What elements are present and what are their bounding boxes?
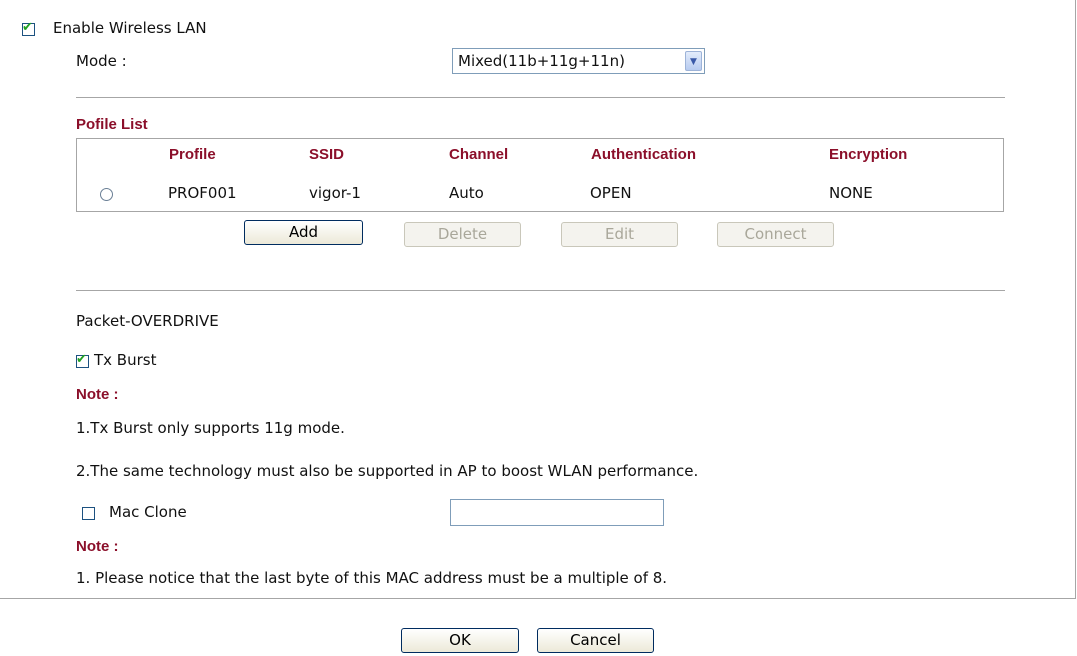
column-header-profile: Profile: [169, 146, 216, 163]
mode-select-value: Mixed(11b+11g+11n): [458, 52, 625, 70]
column-header-ssid: SSID: [309, 146, 345, 163]
connect-button[interactable]: Connect: [717, 222, 834, 247]
mode-select[interactable]: Mixed(11b+11g+11n) ▼: [452, 48, 705, 74]
cancel-button[interactable]: Cancel: [537, 628, 654, 653]
checkmark-icon: ✔: [22, 20, 33, 35]
cell-profile: PROF001: [168, 184, 237, 202]
packet-overdrive-title: Packet-OVERDRIVE: [76, 312, 219, 330]
edit-button[interactable]: Edit: [561, 222, 678, 247]
tx-burst-checkbox[interactable]: ✔: [76, 352, 89, 368]
mac-clone-input[interactable]: [450, 499, 664, 526]
cell-authentication: OPEN: [590, 184, 632, 202]
enable-wireless-checkbox[interactable]: ✔: [22, 20, 35, 36]
mac-clone-checkbox[interactable]: [82, 507, 95, 520]
column-header-encryption: Encryption: [829, 146, 908, 163]
checkmark-icon: ✔: [76, 352, 87, 367]
note-line: 1.Tx Burst only supports 11g mode.: [76, 419, 345, 437]
divider: [76, 97, 1005, 98]
column-header-channel: Channel: [449, 146, 509, 163]
cell-ssid: vigor-1: [309, 184, 361, 202]
mode-label: Mode :: [76, 52, 127, 70]
delete-button[interactable]: Delete: [404, 222, 521, 247]
add-button[interactable]: Add: [244, 220, 363, 245]
profile-row-radio[interactable]: [100, 188, 113, 201]
note-label: Note :: [76, 386, 119, 403]
note-line: 2.The same technology must also be suppo…: [76, 462, 699, 480]
chevron-down-icon[interactable]: ▼: [685, 51, 702, 71]
tx-burst-label: Tx Burst: [94, 351, 157, 369]
mac-clone-label: Mac Clone: [109, 503, 187, 521]
cell-channel: Auto: [449, 184, 484, 202]
cell-encryption: NONE: [829, 184, 873, 202]
mac-note-label: Note :: [76, 538, 119, 555]
mac-note-line: 1. Please notice that the last byte of t…: [76, 569, 668, 587]
column-header-authentication: Authentication: [591, 146, 696, 163]
enable-wireless-label: Enable Wireless LAN: [53, 19, 207, 37]
divider: [76, 290, 1005, 291]
ok-button[interactable]: OK: [401, 628, 519, 653]
profile-list-title: Pofile List: [76, 116, 148, 133]
